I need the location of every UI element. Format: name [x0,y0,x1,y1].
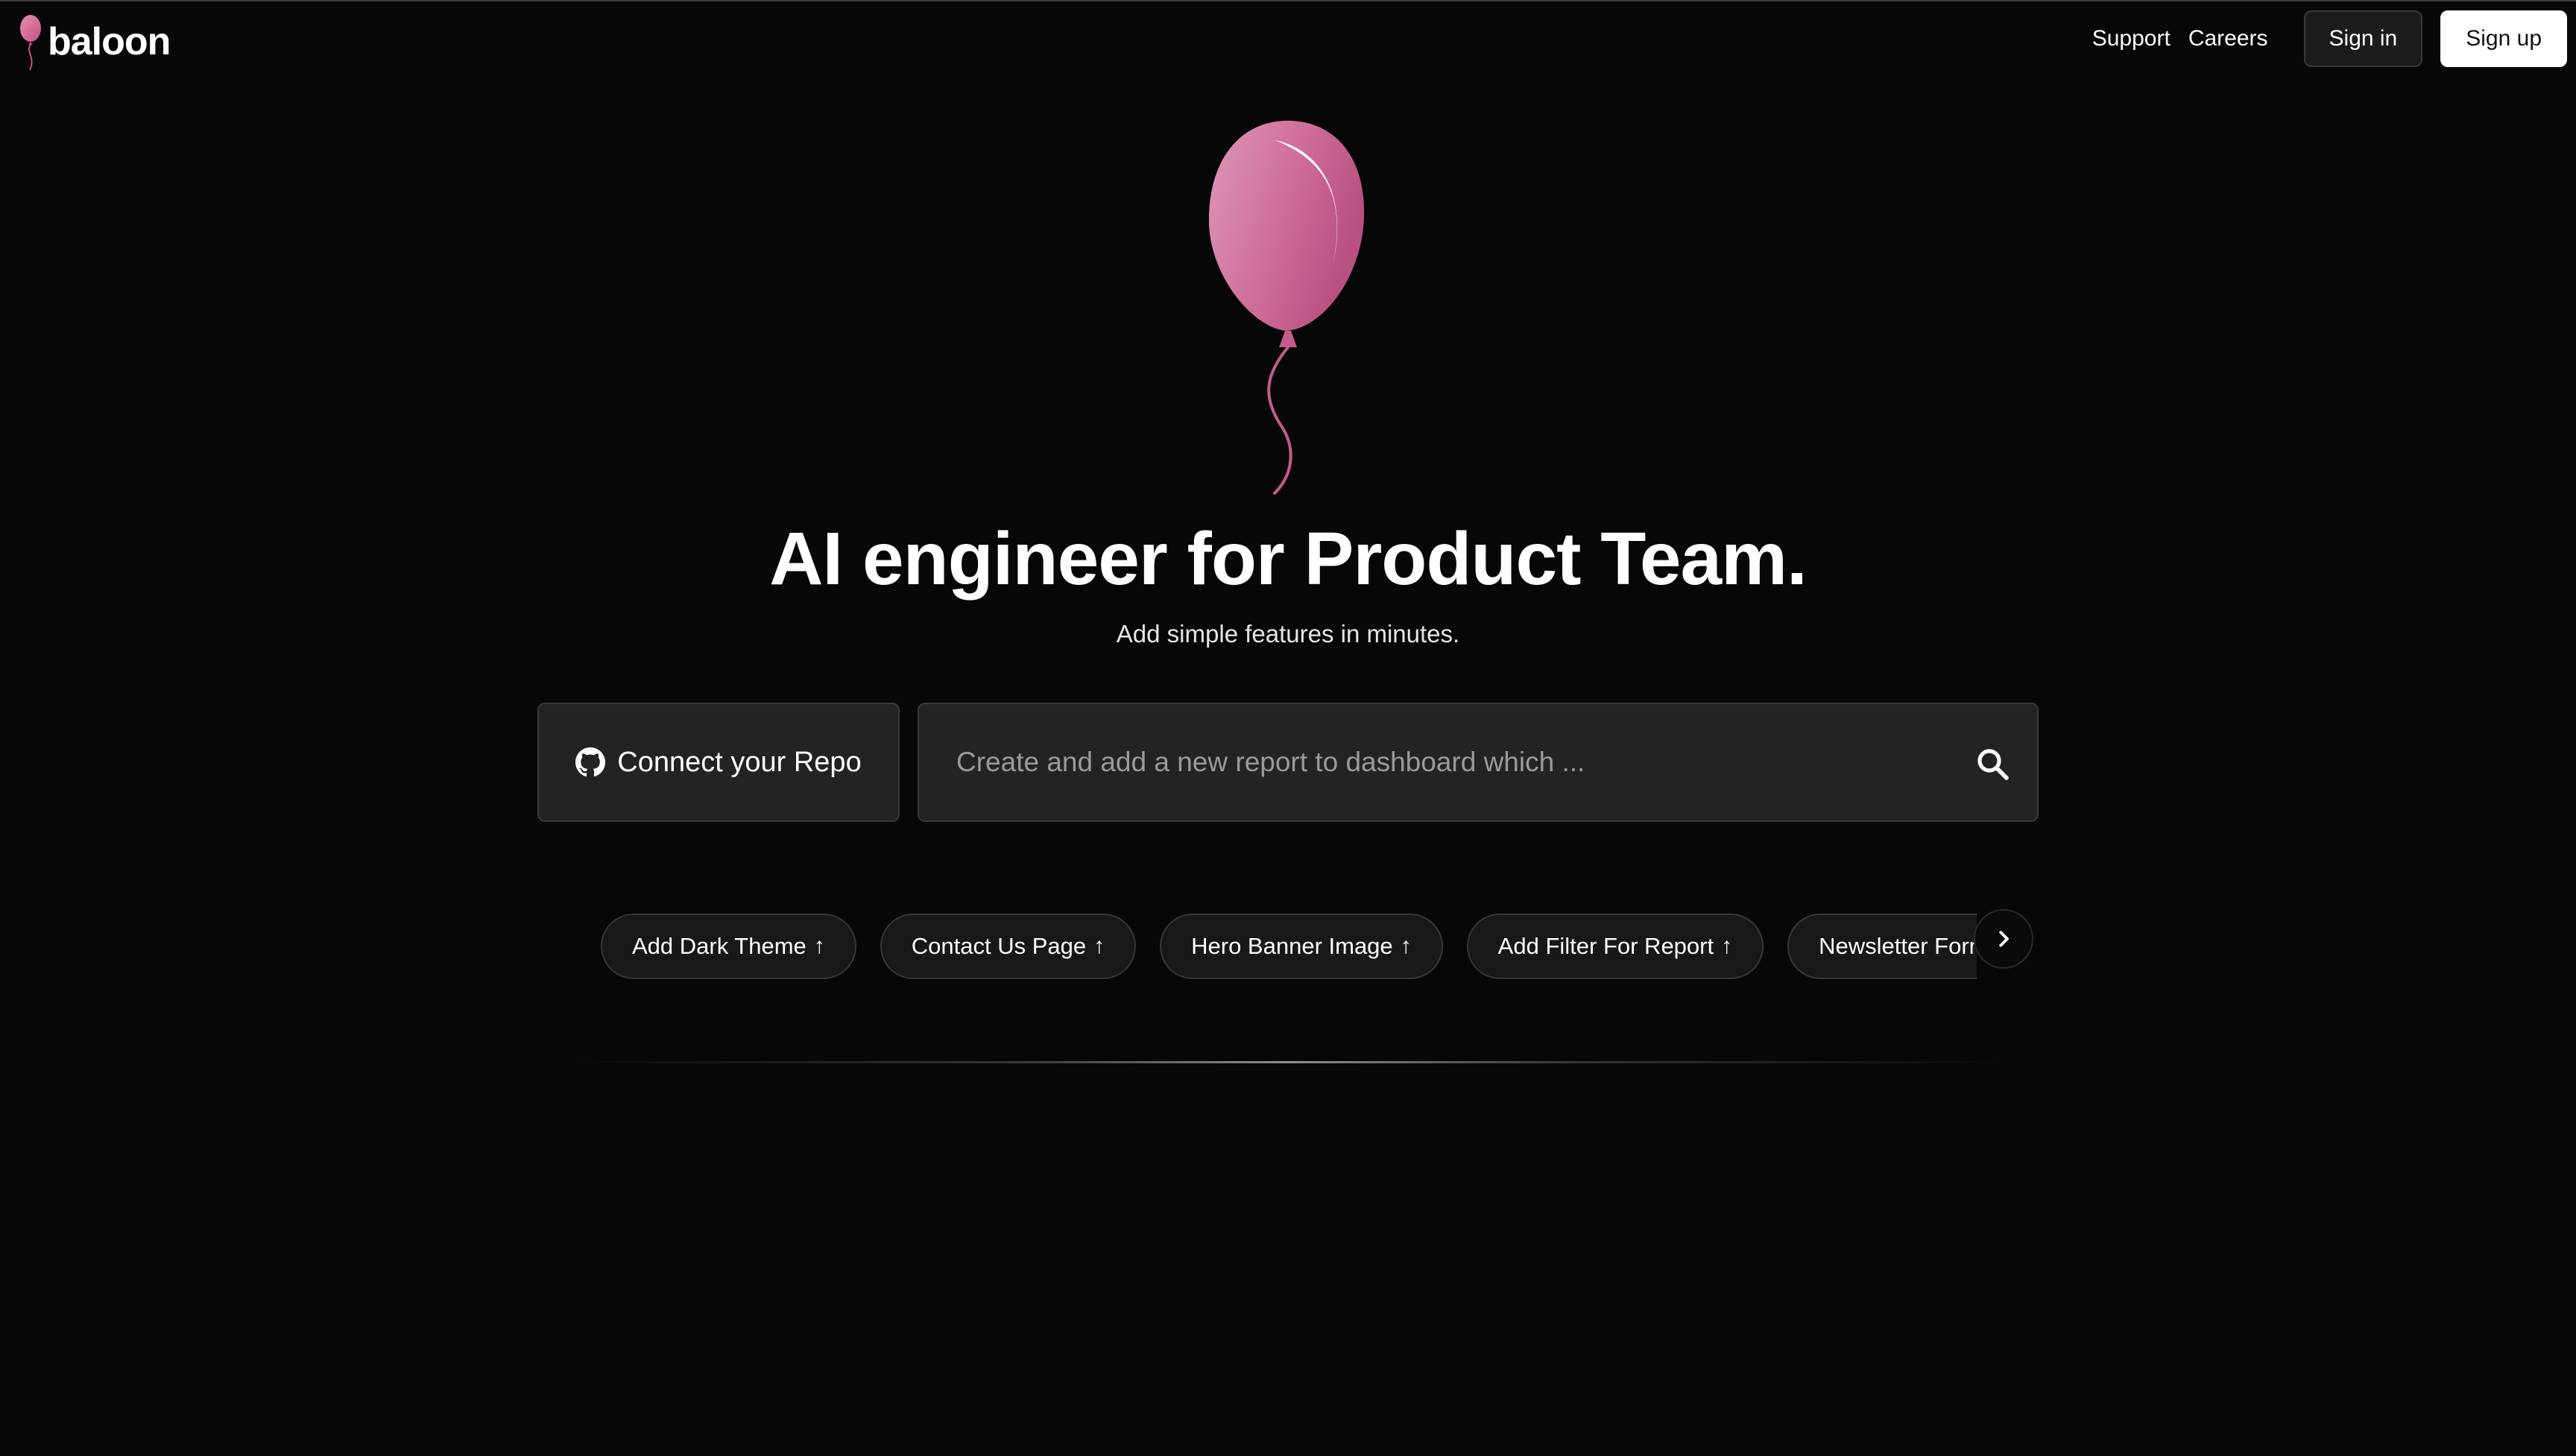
balloon-icon [1208,121,1365,495]
arrow-up-icon: ↑ [1093,934,1105,958]
top-nav: Support Careers Sign in Sign up [2092,10,2567,67]
chips-next-button[interactable] [1974,909,2033,969]
chevron-right-icon [1999,931,2009,947]
header: baloon Support Careers Sign in Sign up [0,0,2576,77]
github-icon [575,747,606,777]
section-divider [574,1061,2005,1063]
suggestion-chip[interactable]: Add Dark Theme ↑ [601,914,856,979]
suggestion-chip-label: Hero Banner Image [1191,933,1393,959]
connect-repo-label: Connect your Repo [617,746,862,778]
search-input[interactable] [955,704,1924,820]
suggestion-chip-label: Newsletter Form [1819,933,1977,959]
connect-repo-button[interactable]: Connect your Repo [537,703,900,822]
search-box [918,703,2039,822]
suggestion-chip[interactable]: Add Filter For Report ↑ [1466,914,1764,979]
sign-in-button[interactable]: Sign in [2303,10,2423,67]
sign-up-button[interactable]: Sign up [2440,10,2567,67]
hero-headline: AI engineer for Product Team. [769,517,1808,601]
balloon-logo-icon [20,15,41,71]
nav-link-support[interactable]: Support [2092,26,2171,51]
suggestion-chip[interactable]: Newsletter Form ↑ [1787,914,1977,979]
suggestion-chip-label: Contact Us Page [911,933,1087,959]
arrow-up-icon: ↑ [1721,934,1733,958]
logo[interactable]: baloon [16,12,171,72]
suggestion-chip-label: Add Filter For Report [1497,933,1714,959]
suggestion-chip[interactable]: Contact Us Page ↑ [880,914,1137,979]
search-icon[interactable] [1974,746,2010,782]
arrow-up-icon: ↑ [1400,934,1412,958]
suggestion-chips: Add Dark Theme ↑ Contact Us Page ↑ Hero … [601,912,1977,981]
suggestion-chip[interactable]: Hero Banner Image ↑ [1160,914,1443,979]
suggestion-chip-label: Add Dark Theme [632,933,806,959]
hero-subheadline: Add simple features in minutes. [1116,620,1460,648]
arrow-up-icon: ↑ [813,934,825,958]
nav-link-careers[interactable]: Careers [2188,26,2268,51]
logo-text: baloon [48,20,171,63]
